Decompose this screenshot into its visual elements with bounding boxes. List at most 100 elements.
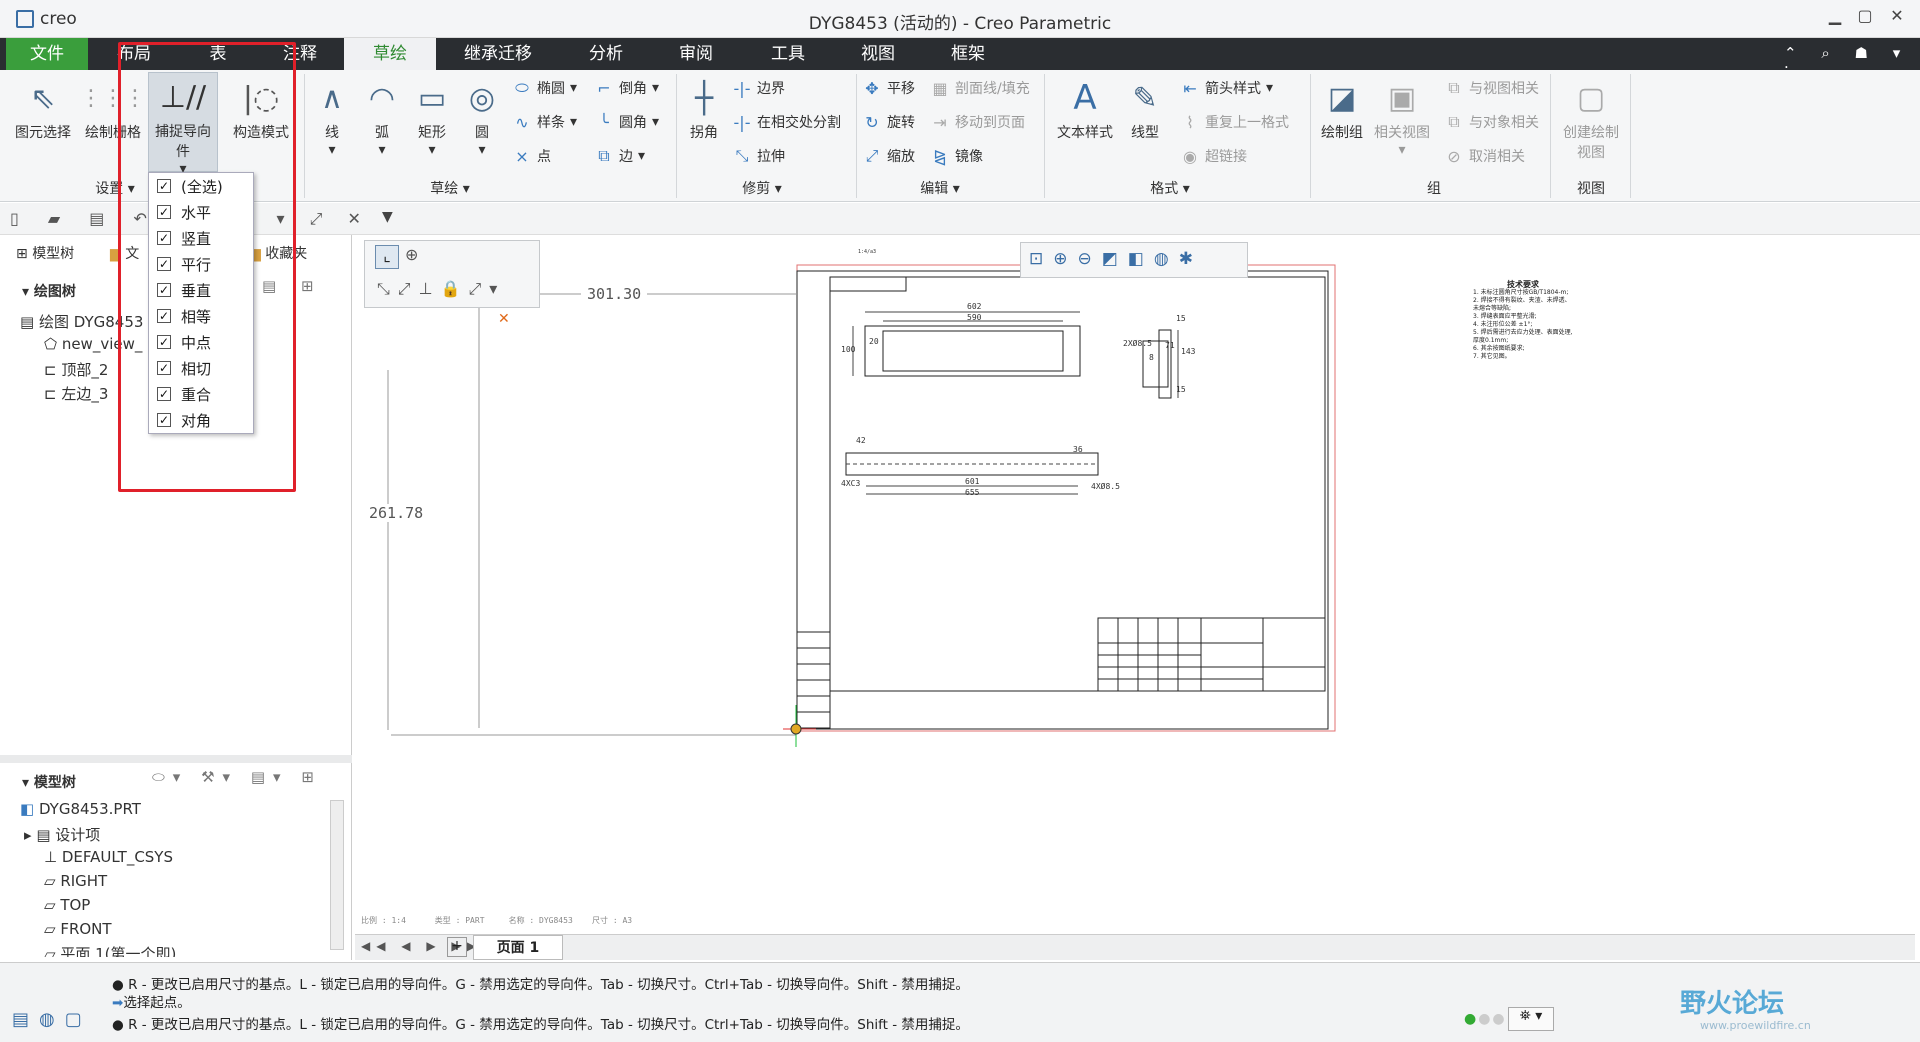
spline-button[interactable]: ∿ 样条 ▾ xyxy=(512,112,577,132)
dimension-vertical[interactable]: 261.78 xyxy=(369,504,424,522)
view-relate-button[interactable]: ⧉ 与视图相关 xyxy=(1444,78,1539,98)
close-button[interactable]: ✕ xyxy=(1882,6,1912,30)
page-move-icon: ⇥ xyxy=(933,112,947,132)
menu-item-midpoint[interactable]: ✓ 中点 xyxy=(149,329,253,355)
brush-icon: ⌇ xyxy=(1186,112,1194,132)
menu-item-equal[interactable]: ✓ 相等 xyxy=(149,303,253,329)
panel-splitter[interactable] xyxy=(0,755,352,763)
translate-button[interactable]: ✥ 平移 xyxy=(862,78,915,98)
drawing-label: 1:4/a3 xyxy=(858,249,877,255)
add-page-button[interactable]: + xyxy=(447,937,467,957)
snap-corner-icon[interactable]: ⌞ xyxy=(375,245,399,269)
split-button[interactable]: -|- 在相交处分割 xyxy=(732,112,841,132)
unrelate-button[interactable]: ⊘ 取消相关 xyxy=(1444,146,1525,166)
select-button[interactable]: ⇖ 图元选择 xyxy=(8,74,78,142)
menu-item-vertical[interactable]: ✓ 竖直 xyxy=(149,225,253,251)
tab-review[interactable]: 审阅 xyxy=(656,38,736,70)
model-tree-tools-icons[interactable]: ⬭▾ ⚒▾ ▤▾ ⊞ xyxy=(152,768,322,786)
section-fill-button[interactable]: ▦ 剖面线/填充 xyxy=(930,78,1029,98)
ribbon-separator xyxy=(676,74,677,198)
model-tree-item[interactable]: ▱ 平面 1(第一个即) xyxy=(44,943,176,957)
status-lights-icon: ●●● xyxy=(1464,1011,1507,1027)
chamfer-button[interactable]: ⌐ 倒角 ▾ xyxy=(594,78,659,98)
drawing-tree-item[interactable]: ⊏ 左边_3 xyxy=(44,383,108,404)
relative-view-button[interactable]: ▣ 相关视图 ▾ xyxy=(1372,74,1432,159)
maximize-button[interactable]: ▢ xyxy=(1850,6,1880,30)
ellipse-button[interactable]: ⬭ 椭圆 ▾ xyxy=(512,78,577,98)
model-tree-scrollbar[interactable] xyxy=(330,800,344,950)
model-tree-item[interactable]: ▱ RIGHT xyxy=(44,872,107,890)
status-message: ● R - 更改已启用尺寸的基点。L - 锁定已启用的导向件。G - 禁用选定的… xyxy=(112,977,969,993)
tab-tools[interactable]: 工具 xyxy=(746,38,830,70)
model-tree-item[interactable]: ◧ DYG8453.PRT xyxy=(20,800,141,818)
move-to-page-button[interactable]: ⇥ 移动到页面 xyxy=(930,112,1025,132)
drawing-canvas[interactable]: ✕ 301.30 261.78 1:4/a3 技术要求 1. 未标注圆角尺寸按G… xyxy=(353,235,1920,925)
menu-item-tangent[interactable]: ✓ 相切 xyxy=(149,355,253,381)
snap-tools-icons[interactable]: ⤡⤢⊥🔒⤢▾ xyxy=(377,279,505,299)
arc-button[interactable]: ◠ 弧 ▾ xyxy=(358,74,406,159)
menu-item-perpendicular[interactable]: ✓ 垂直 xyxy=(149,277,253,303)
dim-label: 15 xyxy=(1176,385,1186,394)
rectangle-button[interactable]: ▭ 矩形 ▾ xyxy=(408,74,456,159)
datum-plane-icon: ▱ xyxy=(44,872,61,890)
minimize-button[interactable]: ▁ xyxy=(1820,6,1850,30)
circle-button[interactable]: ◎ 圆 ▾ xyxy=(458,74,506,159)
drawing-icon: ▤ xyxy=(20,313,39,331)
dim-label: 601 xyxy=(965,477,980,486)
menu-item-horizontal[interactable]: ✓ 水平 xyxy=(149,199,253,225)
model-tree-header[interactable]: ▾ 模型树 xyxy=(22,772,76,792)
hyperlink-button[interactable]: ◉ 超链接 xyxy=(1180,146,1247,166)
create-drawing-view-button[interactable]: ▢ 创建绘制视图 xyxy=(1556,74,1626,162)
fillet-button[interactable]: ╰ 圆角 ▾ xyxy=(594,112,659,132)
tab-framework[interactable]: 框架 xyxy=(926,38,1010,70)
model-tree-item[interactable]: ▱ TOP xyxy=(44,896,90,914)
svg-text:✕: ✕ xyxy=(498,311,510,327)
corner-button[interactable]: ┼ 拐角 xyxy=(680,74,728,142)
menu-item-parallel[interactable]: ✓ 平行 xyxy=(149,251,253,277)
snap-target-icon[interactable]: ⊕ xyxy=(405,245,418,264)
model-tree-item[interactable]: ⊥ DEFAULT_CSYS xyxy=(44,848,173,866)
menu-item-coincident[interactable]: ✓ 重合 xyxy=(149,381,253,407)
text-style-button[interactable]: A 文本样式 xyxy=(1050,74,1120,142)
tab-inheritance[interactable]: 继承迁移 xyxy=(450,38,546,70)
tab-model-tree[interactable]: ⊞ 模型树 xyxy=(16,243,74,263)
model-tree-item[interactable]: ▱ FRONT xyxy=(44,920,112,938)
stretch-button[interactable]: ⤡ 拉伸 xyxy=(732,146,785,166)
object-relate-button[interactable]: ⧉ 与对象相关 xyxy=(1444,112,1539,132)
point-button[interactable]: × 点 xyxy=(512,146,551,166)
line-style-button[interactable]: ✎ 线型 xyxy=(1120,74,1170,142)
filter-button[interactable]: ⛯ ▾ xyxy=(1508,1007,1554,1031)
tab-file[interactable]: 文件 xyxy=(6,38,88,70)
scale-button[interactable]: ⤢ 缩放 xyxy=(862,146,915,166)
point-icon: × xyxy=(515,146,529,166)
edge-button[interactable]: ⧉ 边 ▾ xyxy=(594,146,645,166)
tab-sketch[interactable]: 草绘 xyxy=(344,38,436,70)
repeat-format-button[interactable]: ⌇ 重复上一格式 xyxy=(1180,112,1289,132)
globe-icon: ◉ xyxy=(1183,146,1197,166)
rotate-button[interactable]: ↻ 旋转 xyxy=(862,112,915,132)
mirror-button[interactable]: ⧎ 镜像 xyxy=(930,146,983,166)
boundary-button[interactable]: -|- 边界 xyxy=(732,78,785,98)
datum-plane-icon: ▱ xyxy=(44,896,61,914)
window-title: DYG8453 (活动的) - Creo Parametric xyxy=(808,14,1112,34)
tab-view[interactable]: 视图 xyxy=(836,38,920,70)
tree-tab-icon: ⊞ xyxy=(16,246,33,262)
view-icon: ⬠ xyxy=(44,335,62,353)
drawing-tree-header[interactable]: ▾ 绘图树 xyxy=(22,281,76,301)
drawing-tree-item[interactable]: ⊏ 顶部_2 xyxy=(44,359,108,380)
line-button[interactable]: ∧ 线 ▾ xyxy=(308,74,356,159)
status-message: ➡选择起点。 xyxy=(112,995,191,1011)
circle-icon: ◎ xyxy=(468,80,496,116)
toolbar-dropdown-icon[interactable]: ▼ xyxy=(382,209,393,225)
page-tab[interactable]: 页面 1 xyxy=(473,935,563,960)
model-tree-item[interactable]: ▸ ▤ 设计项 xyxy=(24,824,100,845)
view-tools-icons[interactable]: ⊡⊕⊖◩◧◍✱ xyxy=(1029,249,1203,269)
dimension-horizontal[interactable]: 301.30 xyxy=(581,285,648,303)
tab-analysis[interactable]: 分析 xyxy=(566,38,646,70)
menu-item-select-all[interactable]: ✓ (全选) xyxy=(149,173,253,199)
draw-group-button[interactable]: ◪ 绘制组 xyxy=(1314,74,1370,142)
watermark: 野火论坛 xyxy=(1680,989,1785,1019)
status-tools-icons[interactable]: ▤◍▢ xyxy=(12,1009,92,1030)
menu-item-diagonal[interactable]: ✓ 对角 xyxy=(149,407,253,433)
arrow-style-button[interactable]: ⇤ 箭头样式 ▾ xyxy=(1180,78,1273,98)
